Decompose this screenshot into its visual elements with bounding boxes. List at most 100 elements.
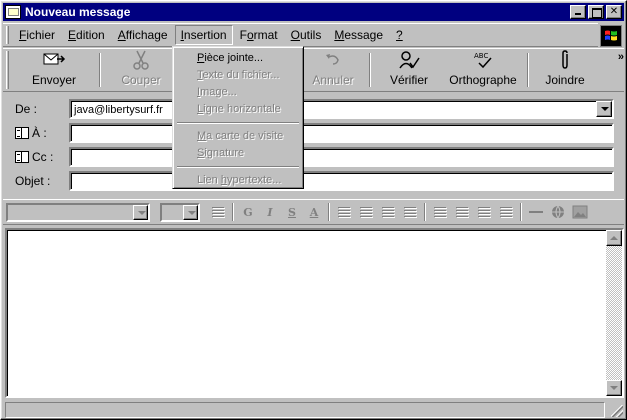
italic-button[interactable]: I	[260, 203, 280, 221]
maximize-button[interactable]	[588, 5, 604, 19]
from-row: De : java@libertysurf.fr	[15, 99, 614, 119]
undo-button[interactable]: Annuler	[301, 49, 365, 91]
menu-item-lien-hypertexte[interactable]: Lien hypertexte...	[175, 172, 301, 189]
windows-logo-icon	[600, 25, 622, 47]
address-book-icon[interactable]	[15, 151, 29, 163]
menu-insertion[interactable]: Insertion	[174, 25, 233, 45]
cc-label: Cc :	[32, 150, 54, 164]
underline-button[interactable]: S	[282, 203, 302, 221]
increase-indent-icon[interactable]	[400, 203, 420, 221]
toolbar-separator	[99, 53, 101, 87]
menu-item-signature[interactable]: Signature	[175, 145, 301, 162]
menu-help[interactable]: ?	[390, 25, 409, 45]
menu-item-image[interactable]: Image...	[175, 84, 301, 101]
menu-format[interactable]: Format	[234, 25, 284, 45]
from-dropdown-arrow[interactable]	[596, 101, 612, 117]
undo-icon	[323, 49, 343, 71]
format-separator	[232, 203, 234, 221]
toolbar-overflow-chevron[interactable]: »	[618, 51, 624, 63]
svg-text:ABC: ABC	[474, 52, 488, 60]
menu-separator	[177, 166, 299, 168]
menubar-grip[interactable]	[6, 26, 9, 44]
from-dropdown[interactable]: java@libertysurf.fr	[69, 99, 614, 119]
cc-input[interactable]	[69, 147, 614, 167]
title-bar[interactable]: Nouveau message ✕	[3, 3, 624, 21]
title-buttons: ✕	[568, 5, 622, 19]
menu-message[interactable]: Message	[328, 25, 389, 45]
font-size-combo[interactable]	[160, 202, 200, 222]
address-book-icon[interactable]	[15, 127, 29, 139]
toolbar-grip[interactable]	[6, 51, 9, 89]
resize-grip[interactable]	[611, 405, 623, 417]
formatting-toolbar: G I S A	[3, 199, 624, 225]
scissors-icon	[131, 49, 151, 71]
check-names-button[interactable]: Vérifier	[375, 49, 443, 91]
subject-label: Objet :	[15, 174, 51, 188]
subject-input[interactable]	[69, 171, 614, 191]
font-name-combo[interactable]	[6, 202, 150, 222]
menu-separator	[177, 122, 299, 124]
subject-row: Objet :	[15, 171, 614, 191]
to-label: À :	[32, 126, 47, 140]
paragraph-style-icon[interactable]	[208, 203, 228, 221]
menu-affichage[interactable]: Affichage	[112, 25, 174, 45]
font-size-dropdown-arrow[interactable]	[183, 204, 198, 220]
format-separator	[424, 203, 426, 221]
font-name-dropdown-arrow[interactable]	[133, 204, 148, 220]
justify-icon[interactable]	[496, 203, 516, 221]
body-vertical-scrollbar[interactable]	[606, 230, 622, 396]
close-button[interactable]: ✕	[606, 5, 622, 19]
cut-button[interactable]: Couper	[105, 49, 177, 91]
format-separator	[520, 203, 522, 221]
menu-item-texte-du-fichier[interactable]: Texte du fichier...	[175, 67, 301, 84]
numbered-list-icon[interactable]	[334, 203, 354, 221]
cc-label-wrap[interactable]: Cc :	[15, 150, 69, 164]
decrease-indent-icon[interactable]	[378, 203, 398, 221]
send-label: Envoyer	[31, 73, 77, 87]
menu-fichier[interactable]: Fichier	[13, 25, 61, 45]
minimize-button[interactable]	[570, 5, 586, 19]
bullet-list-icon[interactable]	[356, 203, 376, 221]
insert-picture-icon[interactable]	[570, 203, 590, 221]
spelling-button[interactable]: ABC Orthographe	[443, 49, 523, 91]
to-input[interactable]	[69, 123, 614, 143]
send-button[interactable]: Envoyer	[13, 49, 95, 91]
to-row: À :	[15, 123, 614, 143]
attach-button[interactable]: Joindre	[533, 49, 597, 91]
standard-toolbar: Envoyer Couper Annuler Vérifier ABC Orth…	[3, 48, 624, 92]
menu-item-carte-de-visite[interactable]: Ma carte de visite	[175, 128, 301, 145]
status-bar	[3, 401, 624, 418]
horizontal-line-icon[interactable]	[526, 203, 546, 221]
message-body[interactable]	[5, 228, 624, 398]
attach-label: Joindre	[545, 73, 585, 87]
scroll-down-button[interactable]	[606, 380, 622, 396]
format-separator	[328, 203, 330, 221]
to-label-wrap[interactable]: À :	[15, 126, 69, 140]
align-center-icon[interactable]	[452, 203, 472, 221]
check-names-label: Vérifier	[389, 73, 428, 87]
align-right-icon[interactable]	[474, 203, 494, 221]
spelling-label: Orthographe	[449, 73, 517, 87]
cc-row: Cc :	[15, 147, 614, 167]
send-icon	[42, 49, 66, 71]
menu-item-piece-jointe[interactable]: Pièce jointe...	[175, 50, 301, 67]
menu-bar: Fichier Edition Affichage Insertion Form…	[3, 23, 598, 47]
bold-button[interactable]: G	[238, 203, 258, 221]
window-title: Nouveau message	[25, 5, 131, 19]
menu-outils[interactable]: Outils	[285, 25, 328, 45]
toolbar-separator	[369, 53, 371, 87]
font-color-button[interactable]: A	[304, 203, 324, 221]
message-app-icon[interactable]	[5, 5, 21, 19]
message-window: Nouveau message ✕ Fichier Edition Affich…	[0, 0, 627, 420]
from-value: java@libertysurf.fr	[74, 104, 163, 116]
paperclip-icon	[558, 49, 572, 71]
scroll-up-button[interactable]	[606, 230, 622, 246]
toolbar-separator	[527, 53, 529, 87]
menu-item-ligne-horizontale[interactable]: Ligne horizontale	[175, 101, 301, 118]
menu-edition[interactable]: Edition	[62, 25, 111, 45]
undo-label: Annuler	[312, 73, 354, 87]
cut-label: Couper	[121, 73, 161, 87]
align-left-icon[interactable]	[430, 203, 450, 221]
hyperlink-globe-icon[interactable]	[548, 203, 568, 221]
spelling-icon: ABC	[471, 49, 495, 71]
